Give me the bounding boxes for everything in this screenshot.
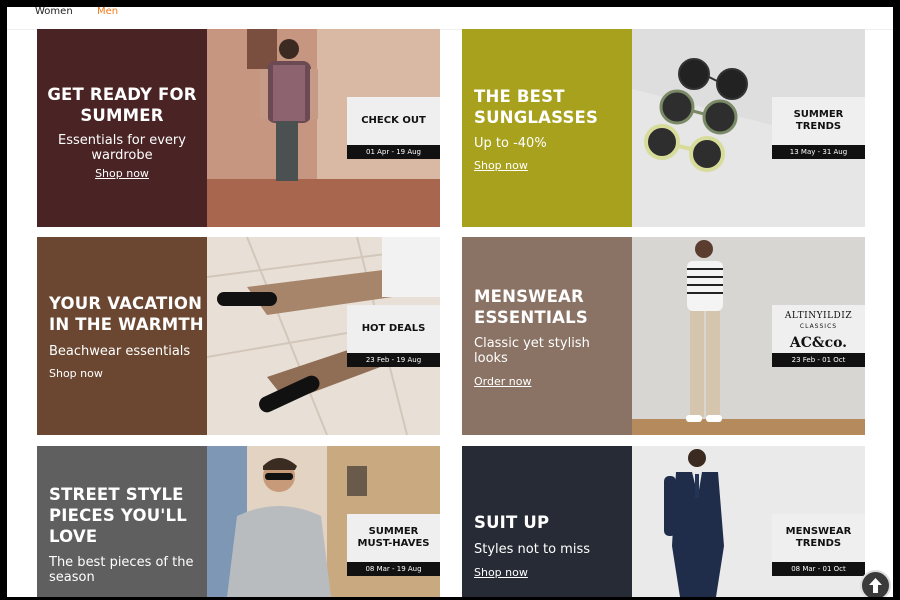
tag-label: HOT DEALS	[361, 323, 426, 334]
card-title: THE BEST SUNGLASSES	[474, 87, 599, 127]
tag-label: MENSWEAR TRENDS	[785, 526, 852, 549]
tag-date: 13 May - 31 Aug	[772, 145, 865, 159]
card-panel: THE BEST SUNGLASSES Up to -40% Shop now	[462, 29, 632, 227]
brand-name-altinyildiz: ALTINYILDIZ	[784, 311, 853, 321]
promo-card-sunglasses[interactable]: THE BEST SUNGLASSES Up to -40% Shop now	[462, 29, 865, 227]
card-link[interactable]: Shop now	[49, 367, 103, 380]
card-panel: STREET STYLE PIECES YOU'LL LOVE The best…	[37, 446, 207, 597]
gender-tabs: Women Men	[7, 7, 893, 30]
card-title: STREET STYLE PIECES YOU'LL LOVE	[49, 485, 187, 546]
card-subtitle: Essentials for every wardrobe	[58, 133, 186, 163]
promo-card-menswear[interactable]: MENSWEAR ESSENTIALS Classic yet stylish …	[462, 237, 865, 435]
card-panel: YOUR VACATION IN THE WARMTH Beachwear es…	[37, 237, 207, 435]
promo-card-suit-up[interactable]: SUIT UP Styles not to miss Shop now MENS…	[462, 446, 865, 597]
tag-date: 23 Feb - 01 Oct	[772, 353, 865, 367]
page-frame: Women Men GET READY FOR SUMMER Essential…	[7, 7, 893, 597]
card-subtitle: The best pieces of the season	[49, 555, 194, 585]
promo-tag: HOT DEALS 23 Feb - 19 Aug	[347, 305, 440, 367]
card-link[interactable]: Shop now	[37, 167, 207, 180]
tab-men[interactable]: Men	[97, 7, 118, 17]
card-subtitle: Beachwear essentials	[49, 344, 191, 359]
tag-date: 08 Mar - 01 Oct	[772, 562, 865, 576]
card-title: MENSWEAR ESSENTIALS	[474, 287, 588, 327]
card-panel: SUIT UP Styles not to miss Shop now	[462, 446, 632, 597]
brand-tag: ALTINYILDIZ CLASSICS AC&co. 23 Feb - 01 …	[772, 305, 865, 367]
card-link[interactable]: Shop now	[474, 566, 528, 579]
promo-tag: MENSWEAR TRENDS 08 Mar - 01 Oct	[772, 514, 865, 576]
card-link[interactable]: Order now	[474, 375, 531, 388]
promo-card-summer[interactable]: GET READY FOR SUMMER Essentials for ever…	[37, 29, 440, 227]
brand-name-acco: AC&co.	[789, 335, 848, 351]
tag-date: 23 Feb - 19 Aug	[347, 353, 440, 367]
card-subtitle: Up to -40%	[474, 136, 547, 151]
card-title: YOUR VACATION IN THE WARMTH	[49, 294, 204, 334]
promo-tag: CHECK OUT 01 Apr - 19 Aug	[347, 97, 440, 159]
tab-women[interactable]: Women	[35, 7, 73, 17]
card-title: GET READY FOR SUMMER	[47, 85, 197, 125]
tag-label: SUMMER TRENDS	[793, 109, 844, 132]
card-title: SUIT UP	[474, 513, 550, 532]
promo-card-vacation[interactable]: YOUR VACATION IN THE WARMTH Beachwear es…	[37, 237, 440, 435]
card-link[interactable]: Shop now	[474, 159, 528, 172]
card-subtitle: Classic yet stylish looks	[474, 336, 590, 366]
card-panel: GET READY FOR SUMMER Essentials for ever…	[37, 29, 207, 227]
arrow-up-icon	[869, 578, 882, 593]
card-subtitle: Styles not to miss	[474, 542, 590, 557]
promo-tag: SUMMER MUST-HAVES 08 Mar - 19 Aug	[347, 514, 440, 576]
promo-tag: SUMMER TRENDS 13 May - 31 Aug	[772, 97, 865, 159]
tag-label: SUMMER MUST-HAVES	[357, 526, 430, 549]
tag-label: CHECK OUT	[361, 115, 426, 126]
tag-date: 08 Mar - 19 Aug	[347, 562, 440, 576]
tag-date: 01 Apr - 19 Aug	[347, 145, 440, 159]
scroll-to-top-button[interactable]	[860, 570, 891, 597]
promo-card-street-style[interactable]: STREET STYLE PIECES YOU'LL LOVE The best…	[37, 446, 440, 597]
brand-sub: CLASSICS	[799, 323, 838, 330]
card-panel: MENSWEAR ESSENTIALS Classic yet stylish …	[462, 237, 632, 435]
